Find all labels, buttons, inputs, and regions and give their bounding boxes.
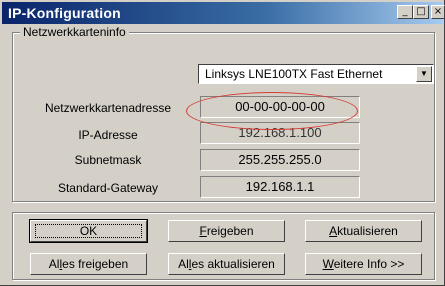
title-bar[interactable]: IP-Konfiguration _ □ × bbox=[2, 2, 445, 24]
release-button-label: reigeben bbox=[206, 224, 254, 238]
release-button[interactable]: Freigeben bbox=[168, 220, 285, 242]
group-legend: Netzwerkkarteninfo bbox=[20, 25, 129, 39]
renew-all-button-label: es aktualisieren bbox=[191, 257, 275, 271]
close-button[interactable]: × bbox=[431, 5, 445, 19]
release-all-button-label: es freigeben bbox=[62, 257, 129, 271]
window-title: IP-Konfiguration bbox=[8, 5, 121, 21]
subnet-mask-field: 255.255.255.0 bbox=[200, 149, 360, 171]
focus-rect bbox=[35, 224, 142, 238]
chevron-down-icon[interactable]: ▼ bbox=[416, 66, 432, 82]
ok-button[interactable]: OK bbox=[29, 219, 148, 243]
mac-address-label: Netzwerkkartenadresse bbox=[44, 101, 172, 115]
release-all-button-pre: Al bbox=[48, 257, 60, 271]
release-all-button[interactable]: Alles freigeben bbox=[30, 253, 147, 275]
adapter-select-value: Linksys LNE100TX Fast Ethernet bbox=[205, 67, 383, 81]
subnet-mask-label: Subnetmask bbox=[74, 153, 142, 167]
more-info-button-label: eitere Info >> bbox=[333, 257, 405, 271]
renew-all-button[interactable]: Alles aktualisieren bbox=[168, 253, 285, 275]
renew-all-button-pre: Al bbox=[178, 257, 189, 271]
default-gateway-label: Standard-Gateway bbox=[57, 181, 159, 195]
more-info-button[interactable]: Weitere Info >> bbox=[305, 253, 422, 275]
default-gateway-field: 192.168.1.1 bbox=[200, 176, 360, 198]
maximize-button[interactable]: □ bbox=[413, 5, 429, 19]
renew-button[interactable]: Aktualisieren bbox=[305, 220, 422, 242]
renew-button-label: ktualisieren bbox=[337, 224, 398, 238]
ip-address-label: IP-Adresse bbox=[78, 128, 138, 142]
minimize-button[interactable]: _ bbox=[397, 5, 413, 19]
more-info-button-mnemonic: W bbox=[322, 257, 334, 271]
renew-button-mnemonic: A bbox=[329, 224, 338, 238]
highlight-ellipse bbox=[186, 92, 358, 130]
adapter-select[interactable]: Linksys LNE100TX Fast Ethernet ▼ bbox=[198, 64, 434, 84]
release-button-mnemonic: F bbox=[199, 224, 207, 238]
ip-config-dialog: IP-Konfiguration _ □ × Netzwerkkarteninf… bbox=[0, 0, 445, 286]
